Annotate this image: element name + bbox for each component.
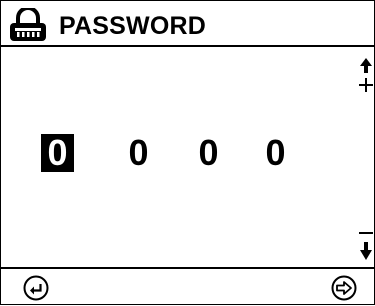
arrow-up-icon [360, 58, 372, 73]
arrow-down-icon [360, 242, 372, 260]
next-button[interactable] [331, 275, 357, 301]
password-digit-1[interactable]: 0 [41, 134, 74, 172]
minus-icon [359, 232, 373, 234]
decrement-button[interactable] [358, 227, 374, 263]
password-screen: PASSWORD 0 0 0 0 [0, 0, 375, 305]
lock-icon [10, 8, 46, 41]
increment-button[interactable] [358, 57, 374, 97]
password-digit-3[interactable]: 0 [192, 134, 225, 172]
back-icon [23, 275, 49, 301]
plus-icon [359, 78, 373, 92]
header: PASSWORD [1, 1, 374, 47]
password-digit-4[interactable]: 0 [259, 134, 292, 172]
next-arrow-icon [331, 275, 357, 301]
footer [1, 267, 374, 306]
back-button[interactable] [23, 275, 49, 301]
page-title: PASSWORD [59, 12, 206, 40]
password-digit-2[interactable]: 0 [122, 134, 155, 172]
